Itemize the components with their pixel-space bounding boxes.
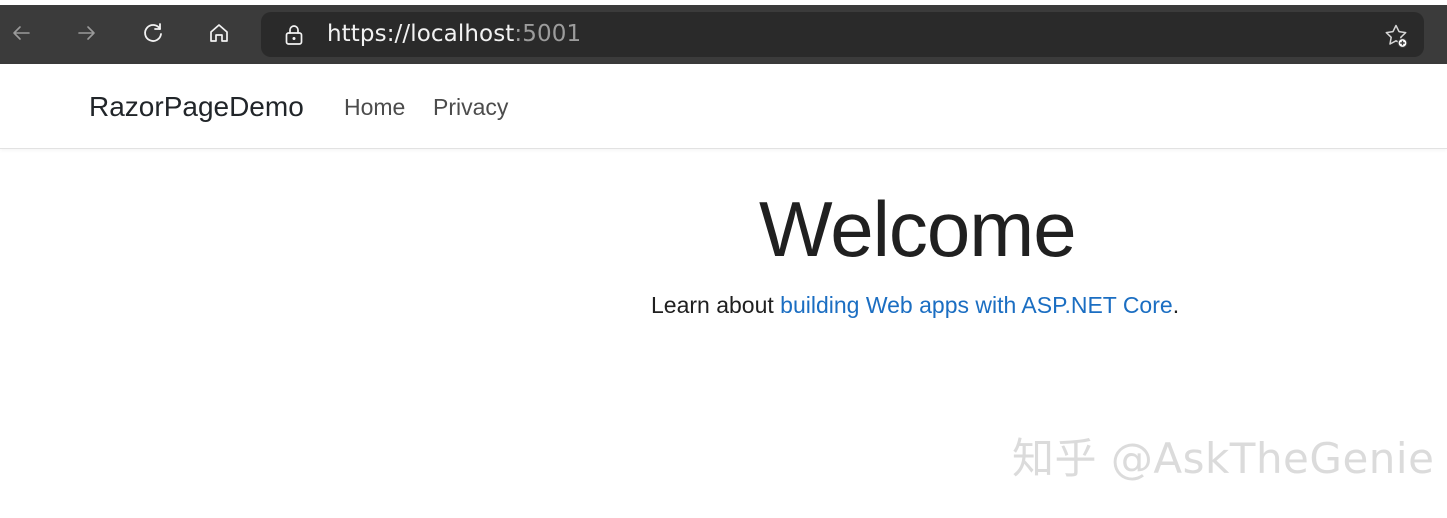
nav-home-link[interactable]: Home xyxy=(344,93,405,121)
address-bar[interactable]: https://localhost:5001 xyxy=(261,12,1424,57)
back-arrow-icon xyxy=(13,26,30,40)
learn-about-text: Learn about building Web apps with ASP.N… xyxy=(651,290,1179,320)
url-prefix: https:// xyxy=(327,21,411,47)
home-button[interactable] xyxy=(203,17,235,49)
refresh-icon xyxy=(144,23,162,42)
nav-privacy-link[interactable]: Privacy xyxy=(433,93,508,121)
site-navbar: RazorPageDemo Home Privacy xyxy=(0,64,1447,149)
url-port: :5001 xyxy=(514,21,582,47)
refresh-button[interactable] xyxy=(137,17,169,49)
favorites-star-icon[interactable] xyxy=(1382,22,1410,50)
url-text[interactable]: https://localhost:5001 xyxy=(327,19,581,49)
site-brand-link[interactable]: RazorPageDemo xyxy=(89,90,304,124)
lock-icon[interactable] xyxy=(283,23,305,47)
lead-end: . xyxy=(1172,292,1180,318)
back-button[interactable] xyxy=(5,17,37,49)
forward-button[interactable] xyxy=(71,17,103,49)
home-icon xyxy=(210,24,228,42)
url-host: localhost xyxy=(410,21,515,47)
lead-text: Learn about xyxy=(651,292,774,318)
forward-arrow-icon xyxy=(78,26,95,40)
zhihu-watermark: 知乎 @AskTheGenie xyxy=(1012,434,1435,483)
welcome-heading: Welcome xyxy=(759,185,1077,273)
browser-toolbar: https://localhost:5001 xyxy=(0,0,1447,64)
aspnet-docs-link[interactable]: building Web apps with ASP.NET Core xyxy=(780,292,1173,318)
